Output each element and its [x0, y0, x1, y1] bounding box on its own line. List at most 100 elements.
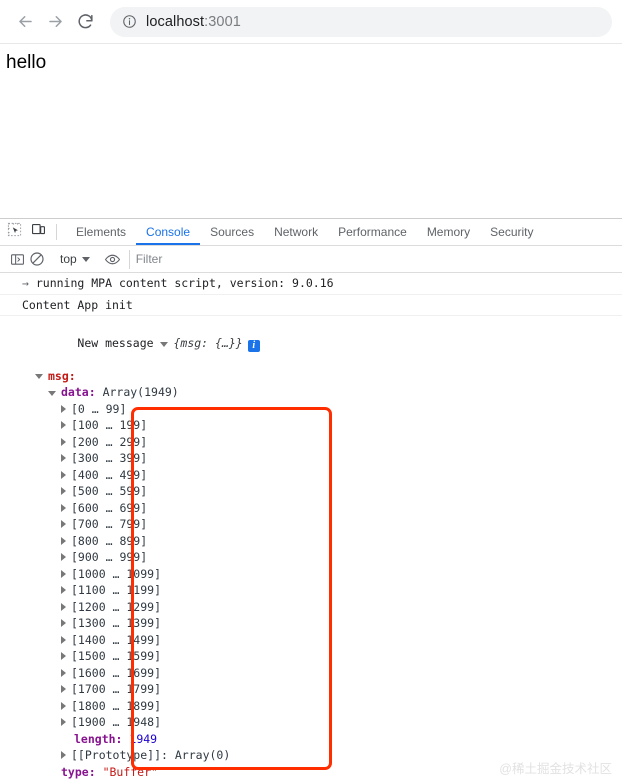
devtools-left-tools [0, 219, 52, 245]
live-expression-eye-icon[interactable] [103, 249, 123, 269]
expand-triangle-icon[interactable] [61, 635, 66, 644]
array-chunk-label: [500 … 599] [71, 484, 148, 498]
console-toolbar: top [0, 246, 622, 273]
array-chunk-row[interactable]: [1700 … 1799] [22, 681, 622, 698]
tree-node-length[interactable]: length: 1949 [22, 731, 622, 748]
array-chunk-row[interactable]: [100 … 199] [22, 417, 622, 434]
tab-console[interactable]: Console [136, 219, 201, 245]
reload-button[interactable] [70, 7, 100, 37]
array-chunk-label: [400 … 499] [71, 467, 148, 482]
tree-key: type: [61, 764, 96, 779]
expand-triangle-icon[interactable] [61, 404, 66, 413]
tree-key: length: [74, 731, 123, 746]
expand-triangle-icon[interactable] [61, 718, 66, 727]
array-chunk-row[interactable]: [300 … 399] [22, 450, 622, 467]
array-chunk-row[interactable]: [1500 … 1599] [22, 648, 622, 665]
back-button[interactable] [10, 7, 40, 37]
page-body-text: hello [6, 52, 47, 73]
console-sidebar-toggle-icon[interactable] [7, 249, 27, 269]
console-message-row[interactable]: Content App init [0, 295, 622, 316]
address-bar[interactable]: localhost:3001 [110, 6, 612, 37]
reload-icon [77, 14, 93, 29]
array-chunk-row[interactable]: [1600 … 1699] [22, 665, 622, 682]
info-badge-icon: i [247, 339, 260, 352]
array-chunk-row[interactable]: [1000 … 1099] [22, 566, 622, 583]
array-chunk-label: [1200 … 1299] [71, 599, 162, 614]
tab-sources[interactable]: Sources [200, 219, 264, 245]
collapse-triangle-icon[interactable] [48, 390, 56, 396]
console-message-row[interactable]: → running MPA content script, version: 9… [0, 273, 622, 295]
array-chunk-label: [100 … 199] [71, 418, 148, 432]
watermark-text: @稀土掘金技术社区 [499, 762, 612, 776]
expand-triangle-icon[interactable] [61, 569, 66, 578]
array-chunk-row[interactable]: [1800 … 1899] [22, 698, 622, 715]
array-chunk-row[interactable]: [900 … 999] [22, 549, 622, 566]
array-chunk-label: [1300 … 1399] [71, 616, 162, 630]
tab-performance[interactable]: Performance [328, 219, 417, 245]
clear-console-icon[interactable] [27, 249, 47, 269]
expand-triangle-icon[interactable] [61, 586, 66, 595]
forward-button[interactable] [40, 7, 70, 37]
browser-toolbar: localhost:3001 [0, 0, 622, 44]
expand-triangle-icon[interactable] [61, 503, 66, 512]
url-port: :3001 [204, 13, 241, 30]
tab-security[interactable]: Security [480, 219, 543, 245]
array-chunk-label: [900 … 999] [71, 550, 148, 564]
array-chunk-row[interactable]: [1200 … 1299] [22, 599, 622, 616]
array-chunk-label: [0 … 99] [71, 401, 127, 416]
tree-key: [[Prototype]]: [71, 748, 168, 762]
object-tree: msg: data: Array(1949) [0 … 99] [100 … 1… [0, 368, 622, 781]
expand-triangle-icon[interactable] [61, 437, 66, 446]
expand-triangle-icon[interactable] [61, 652, 66, 661]
expand-triangle-icon[interactable] [61, 454, 66, 463]
array-chunk-row[interactable]: [400 … 499] [22, 467, 622, 484]
array-chunk-label: [1900 … 1948] [71, 715, 162, 729]
tab-network[interactable]: Network [264, 219, 328, 245]
expand-triangle-icon[interactable] [61, 685, 66, 694]
tree-value: 1949 [129, 731, 158, 746]
array-chunk-label: [300 … 399] [71, 451, 148, 465]
tree-node-msg[interactable]: msg: [22, 368, 622, 385]
expand-triangle-icon[interactable] [61, 668, 66, 677]
expand-object-triangle-icon[interactable] [160, 341, 169, 347]
expand-triangle-icon[interactable] [61, 470, 66, 479]
array-chunk-row[interactable]: [1100 … 1199] [22, 582, 622, 599]
expand-triangle-icon[interactable] [61, 536, 66, 545]
expand-triangle-icon[interactable] [61, 602, 66, 611]
site-info-icon[interactable] [122, 14, 137, 29]
expand-triangle-icon[interactable] [61, 619, 66, 628]
array-chunk-row[interactable]: [0 … 99] [22, 401, 622, 418]
tab-memory[interactable]: Memory [417, 219, 480, 245]
array-chunk-row[interactable]: [700 … 799] [22, 516, 622, 533]
expand-triangle-icon[interactable] [61, 421, 66, 430]
expand-triangle-icon[interactable] [61, 751, 66, 760]
execution-context-select[interactable]: top [56, 252, 94, 266]
array-chunk-row[interactable]: [800 … 899] [22, 533, 622, 550]
expand-triangle-icon[interactable] [61, 701, 66, 710]
console-output[interactable]: → running MPA content script, version: 9… [0, 273, 622, 781]
device-toolbar-icon[interactable] [31, 222, 46, 242]
inspect-element-icon[interactable] [7, 222, 22, 242]
array-chunk-row[interactable]: [1300 … 1399] [22, 615, 622, 632]
expand-triangle-icon[interactable] [61, 520, 66, 529]
expand-triangle-icon[interactable] [61, 487, 66, 496]
tree-value: Array(0) [174, 748, 231, 762]
collapse-triangle-icon[interactable] [35, 374, 43, 380]
expand-triangle-icon[interactable] [61, 553, 66, 562]
array-chunk-label: [1100 … 1199] [71, 583, 162, 597]
tree-node-data[interactable]: data: Array(1949) [22, 384, 622, 401]
devtools-tab-list: Elements Console Sources Network Perform… [66, 219, 544, 245]
tab-elements[interactable]: Elements [66, 219, 136, 245]
array-chunk-row[interactable]: [1900 … 1948] [22, 714, 622, 731]
array-chunk-row[interactable]: [1400 … 1499] [22, 632, 622, 649]
array-chunk-label: [200 … 299] [71, 434, 148, 449]
array-chunk-row[interactable]: [500 … 599] [22, 483, 622, 500]
array-chunk-label: [1700 … 1799] [71, 682, 162, 696]
tree-value: "Buffer" [102, 764, 158, 779]
page-viewport: hello [0, 44, 622, 218]
array-chunk-row[interactable]: [600 … 699] [22, 500, 622, 517]
array-chunk-row[interactable]: [200 … 299] [22, 434, 622, 451]
console-filter-input[interactable] [128, 249, 622, 269]
console-object-message-row[interactable]: New message {msg: {…}} i [0, 316, 622, 368]
array-chunk-label: [1500 … 1599] [71, 649, 162, 663]
